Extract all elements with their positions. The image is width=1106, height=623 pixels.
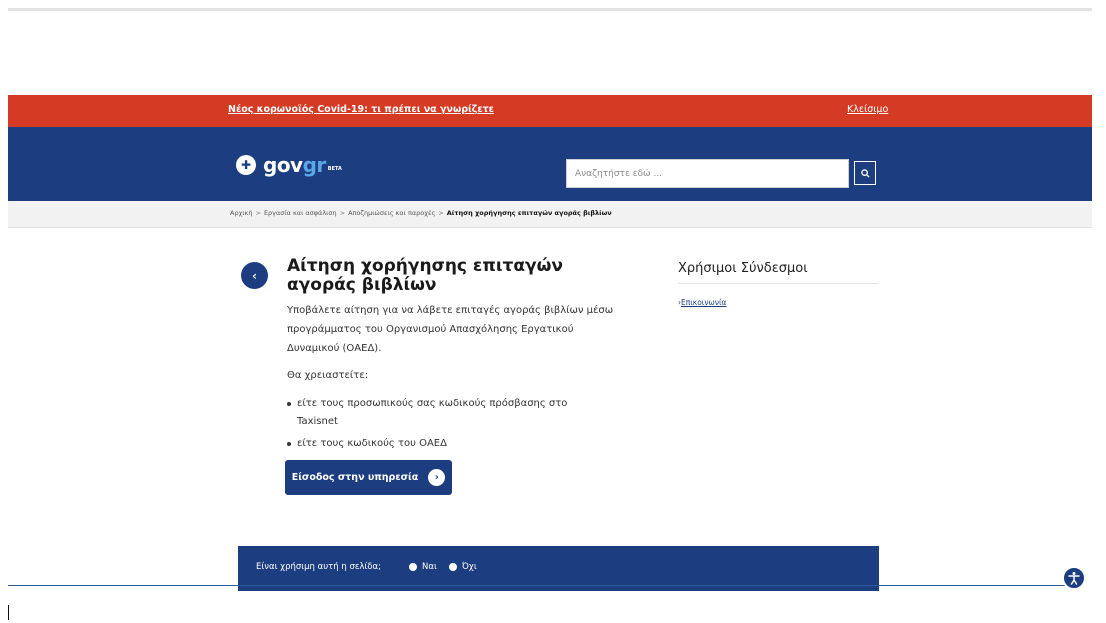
enter-service-button[interactable]: Είσοδος στην υπηρεσία › <box>285 460 452 495</box>
breadcrumb-separator: > <box>438 209 444 217</box>
useful-links-title: Χρήσιμοι Σύνδεσμοι <box>678 261 808 276</box>
feedback-yes-label: Ναι <box>422 562 437 572</box>
beta-badge: BETA <box>327 166 342 172</box>
browser-viewport: Νέος κορωνοϊός Covid-19: τι πρέπει να γν… <box>8 8 1092 591</box>
breadcrumb: Αρχική > Εργασία και ασφάλιση > Αποζημιώσεις… <box>230 209 612 217</box>
breadcrumb-link-benefits[interactable]: Αποζημιώσεις και παροχές <box>348 209 435 217</box>
accessibility-icon <box>1068 572 1080 585</box>
accessibility-button[interactable] <box>1062 566 1086 590</box>
site-header: ✚ govgr BETA <box>8 127 1092 201</box>
requirements-heading: Θα χρειαστείτε: <box>287 370 369 381</box>
govgr-logo[interactable]: ✚ govgr BETA <box>236 153 342 177</box>
back-button[interactable]: ‹ <box>241 262 268 289</box>
covid-info-link[interactable]: Νέος κορωνοϊός Covid-19: τι πρέπει να γν… <box>228 104 494 115</box>
search-input[interactable] <box>567 160 850 187</box>
bottom-divider <box>8 585 1080 586</box>
breadcrumb-link-work-insurance[interactable]: Εργασία και ασφάλιση <box>264 209 337 217</box>
enter-service-label: Είσοδος στην υπηρεσία <box>291 472 419 483</box>
breadcrumb-separator: > <box>339 209 346 217</box>
logo-prefix: gov <box>263 153 303 177</box>
requirements-list: είτε τους προσωπικούς σας κωδικούς πρόσβ… <box>287 395 587 457</box>
arrow-right-circle-icon: › <box>428 469 446 486</box>
useful-link-item: ›Επικοινωνία <box>678 298 726 307</box>
search-box <box>566 159 850 188</box>
contact-link[interactable]: Επικοινωνία <box>681 298 726 307</box>
breadcrumb-bar: Αρχική > Εργασία και ασφάλιση > Αποζημιώσεις… <box>8 201 1092 228</box>
breadcrumb-current: Αίτηση χορήγησης επιταγών αγοράς βιβλίων <box>446 209 612 217</box>
greek-emblem-icon: ✚ <box>236 155 256 175</box>
feedback-question: Είναι χρήσιμη αυτή η σελίδα; <box>256 562 382 572</box>
useful-links-divider <box>678 283 878 284</box>
covid-banner: Νέος κορωνοϊός Covid-19: τι πρέπει να γν… <box>8 95 1092 127</box>
page-title: Αίτηση χορήγησης επιταγών αγοράς βιβλίων <box>287 256 563 295</box>
top-blank-area <box>8 11 1092 95</box>
text-cursor <box>8 605 9 620</box>
breadcrumb-link-home[interactable]: Αρχική <box>230 209 252 217</box>
logo-wordmark: govgr <box>263 153 326 177</box>
requirement-item: είτε τους κωδικούς του ΟΑΕΔ <box>287 435 587 453</box>
breadcrumb-separator: > <box>255 209 261 217</box>
search-icon <box>860 168 870 178</box>
feedback-no-option[interactable]: Όχι <box>449 562 477 572</box>
service-description: Υποβάλετε αίτηση για να λάβετε επιταγές … <box>287 305 614 354</box>
covid-banner-close-link[interactable]: Κλείσιμο <box>847 104 888 115</box>
feedback-no-label: Όχι <box>462 562 477 572</box>
chevron-left-icon: ‹ <box>252 268 257 283</box>
feedback-yes-option[interactable]: Ναι <box>409 562 437 572</box>
search-button[interactable] <box>854 161 876 185</box>
radio-no[interactable] <box>449 563 457 571</box>
requirement-item: είτε τους προσωπικούς σας κωδικούς πρόσβ… <box>287 395 587 431</box>
logo-suffix: gr <box>302 153 327 177</box>
radio-yes[interactable] <box>409 563 417 571</box>
